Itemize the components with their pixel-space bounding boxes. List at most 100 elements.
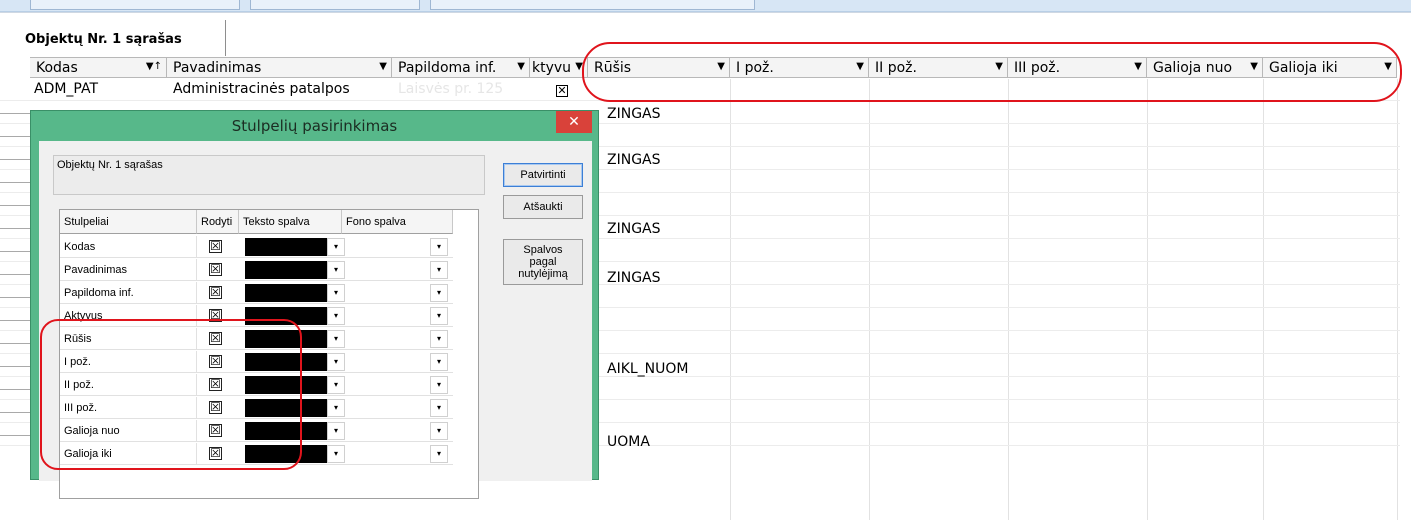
cell-rusis[interactable]: AIKL_NUOM [607,361,727,381]
dialog-group-box: Objektų Nr. 1 sąrašas [53,155,485,195]
col-header-aktyvus[interactable]: ktyvu ▼ [530,57,588,78]
show-checkbox[interactable]: ☒ [209,240,222,253]
row-marker [0,251,30,252]
row-marker [0,320,30,321]
row-marker [0,343,30,344]
column-name: Papildoma inf. [60,282,197,304]
list-title: Objektų Nr. 1 sąrašas [25,32,182,47]
th-fono-spalva: Fono spalva [342,210,453,234]
col-header-papildoma[interactable]: Papildoma inf. ▼ [392,57,530,78]
text-color-swatch[interactable] [245,238,327,256]
col-label: Pavadinimas [173,60,262,76]
chevron-down-icon[interactable]: ▾ [430,376,448,394]
cell-papildoma[interactable]: Laisvės pr. 125 [398,81,526,101]
chevron-down-icon[interactable]: ▾ [327,353,345,371]
confirm-button[interactable]: Patvirtinti [503,163,583,187]
col-label: ktyvu [532,60,572,76]
back-color-swatch[interactable] [348,353,430,371]
top-tab-1[interactable] [30,0,240,10]
cell-kodas[interactable]: ADM_PAT [34,81,164,101]
cancel-button[interactable]: Atšaukti [503,195,583,219]
row-marker [0,113,30,114]
chevron-down-icon[interactable]: ▾ [430,284,448,302]
text-color-swatch[interactable] [245,261,327,279]
row-marker [0,274,30,275]
group-text: Objektų Nr. 1 sąrašas [57,159,163,171]
column-row: Papildoma inf. ☒ ▾ ▾ [60,282,453,304]
col-header-kodas[interactable]: Kodas ▼↑ [30,57,167,78]
show-checkbox[interactable]: ☒ [209,263,222,276]
back-color-swatch[interactable] [348,284,430,302]
chevron-down-icon[interactable]: ▾ [327,445,345,463]
row-marker [0,205,30,206]
default-colors-line: Spalvos [523,244,563,256]
default-colors-button[interactable]: Spalvos pagal nutylėjimą [503,239,583,285]
chevron-down-icon[interactable]: ▾ [430,330,448,348]
chevron-down-icon[interactable]: ▾ [430,399,448,417]
th-stulpeliai: Stulpeliai [60,210,197,234]
back-color-swatch[interactable] [348,261,430,279]
aktyvus-checkbox[interactable]: ✕ [556,85,568,97]
top-tab-2[interactable] [250,0,420,10]
row-marker [0,297,30,298]
chevron-down-icon[interactable]: ▾ [327,330,345,348]
chevron-down-icon[interactable]: ▾ [327,422,345,440]
dialog-title: Stulpelių pasirinkimas [231,117,398,135]
row-marker [0,136,30,137]
back-color-swatch[interactable] [348,376,430,394]
column-row: Kodas ☒ ▾ ▾ [60,236,453,258]
chevron-down-icon[interactable]: ▾ [430,238,448,256]
chevron-down-icon[interactable]: ▾ [430,307,448,325]
cell-rusis[interactable]: ZINGAS [607,106,727,126]
chevron-down-icon[interactable]: ▾ [327,261,345,279]
cell-rusis[interactable]: ZINGAS [607,270,727,290]
chevron-down-icon[interactable]: ▾ [327,284,345,302]
header-highlight-oval [582,42,1402,102]
row-marker [0,389,30,390]
row-marker [0,435,30,436]
top-tab-strip [0,0,1411,12]
back-color-swatch[interactable] [348,307,430,325]
rows-highlight-oval [40,319,302,470]
cell-rusis[interactable]: ZINGAS [607,152,727,172]
filter-icon[interactable]: ▼ [379,61,387,72]
filter-icon[interactable]: ▼ [517,61,525,72]
text-color-swatch[interactable] [245,284,327,302]
row-marker [0,366,30,367]
cell-rusis[interactable]: ZINGAS [607,221,727,241]
back-color-swatch[interactable] [348,422,430,440]
row-marker [0,159,30,160]
cell-rusis[interactable]: UOMA [607,434,727,454]
column-row: Pavadinimas ☒ ▾ ▾ [60,259,453,281]
show-checkbox[interactable]: ☒ [209,286,222,299]
top-tab-3[interactable] [430,0,755,10]
row-marker [0,182,30,183]
th-rodyti: Rodyti [197,210,239,234]
col-label: Papildoma inf. [398,60,497,76]
row-marker [0,228,30,229]
col-label: Kodas [36,60,78,76]
chevron-down-icon[interactable]: ▾ [430,261,448,279]
th-teksto-spalva: Teksto spalva [239,210,342,234]
default-colors-line: nutylėjimą [518,268,568,280]
list-title-tab[interactable]: Objektų Nr. 1 sąrašas [16,20,226,56]
col-header-pavadinimas[interactable]: Pavadinimas ▼ [167,57,392,78]
back-color-swatch[interactable] [348,238,430,256]
back-color-swatch[interactable] [348,445,430,463]
back-color-swatch[interactable] [348,330,430,348]
chevron-down-icon[interactable]: ▾ [327,238,345,256]
chevron-down-icon[interactable]: ▾ [327,376,345,394]
chevron-down-icon[interactable]: ▾ [327,399,345,417]
default-colors-line: pagal [529,256,557,268]
back-color-swatch[interactable] [348,399,430,417]
sort-filter-icon[interactable]: ▼↑ [146,61,162,72]
chevron-down-icon[interactable]: ▾ [430,445,448,463]
row-marker [0,412,30,413]
chevron-down-icon[interactable]: ▾ [327,307,345,325]
chevron-down-icon[interactable]: ▾ [430,353,448,371]
cell-pavadinimas[interactable]: Administracinės patalpos [173,81,388,101]
column-name: Pavadinimas [60,259,197,281]
chevron-down-icon[interactable]: ▾ [430,422,448,440]
close-icon[interactable]: ✕ [556,111,592,133]
column-name: Kodas [60,236,197,258]
